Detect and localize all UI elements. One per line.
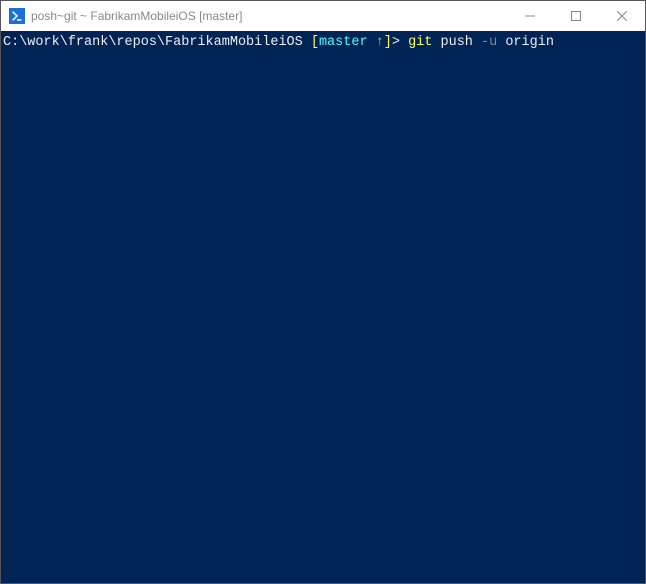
prompt-delimiter: > [392, 35, 400, 50]
minimize-button[interactable] [507, 1, 553, 31]
branch-name: master [319, 35, 368, 50]
prompt-line: C:\work\frank\repos\FabrikamMobileiOS [m… [3, 35, 554, 50]
powershell-window: posh~git ~ FabrikamMobileiOS [master] C:… [0, 0, 646, 584]
close-button[interactable] [599, 1, 645, 31]
window-controls [507, 1, 645, 31]
prompt-path: C:\work\frank\repos\FabrikamMobileiOS [3, 35, 303, 50]
ahead-arrow-icon: ↑ [368, 35, 384, 50]
branch-open-bracket: [ [303, 35, 319, 50]
maximize-button[interactable] [553, 1, 599, 31]
window-title: posh~git ~ FabrikamMobileiOS [master] [31, 9, 507, 23]
command-git: git [400, 35, 432, 50]
command-flag: -u [473, 35, 497, 50]
command-remote: origin [497, 35, 554, 50]
command-action: push [432, 35, 473, 50]
window-titlebar[interactable]: posh~git ~ FabrikamMobileiOS [master] [1, 1, 645, 31]
terminal-body[interactable]: C:\work\frank\repos\FabrikamMobileiOS [m… [1, 31, 645, 583]
powershell-icon [9, 8, 25, 24]
branch-close-bracket: ] [384, 35, 392, 50]
